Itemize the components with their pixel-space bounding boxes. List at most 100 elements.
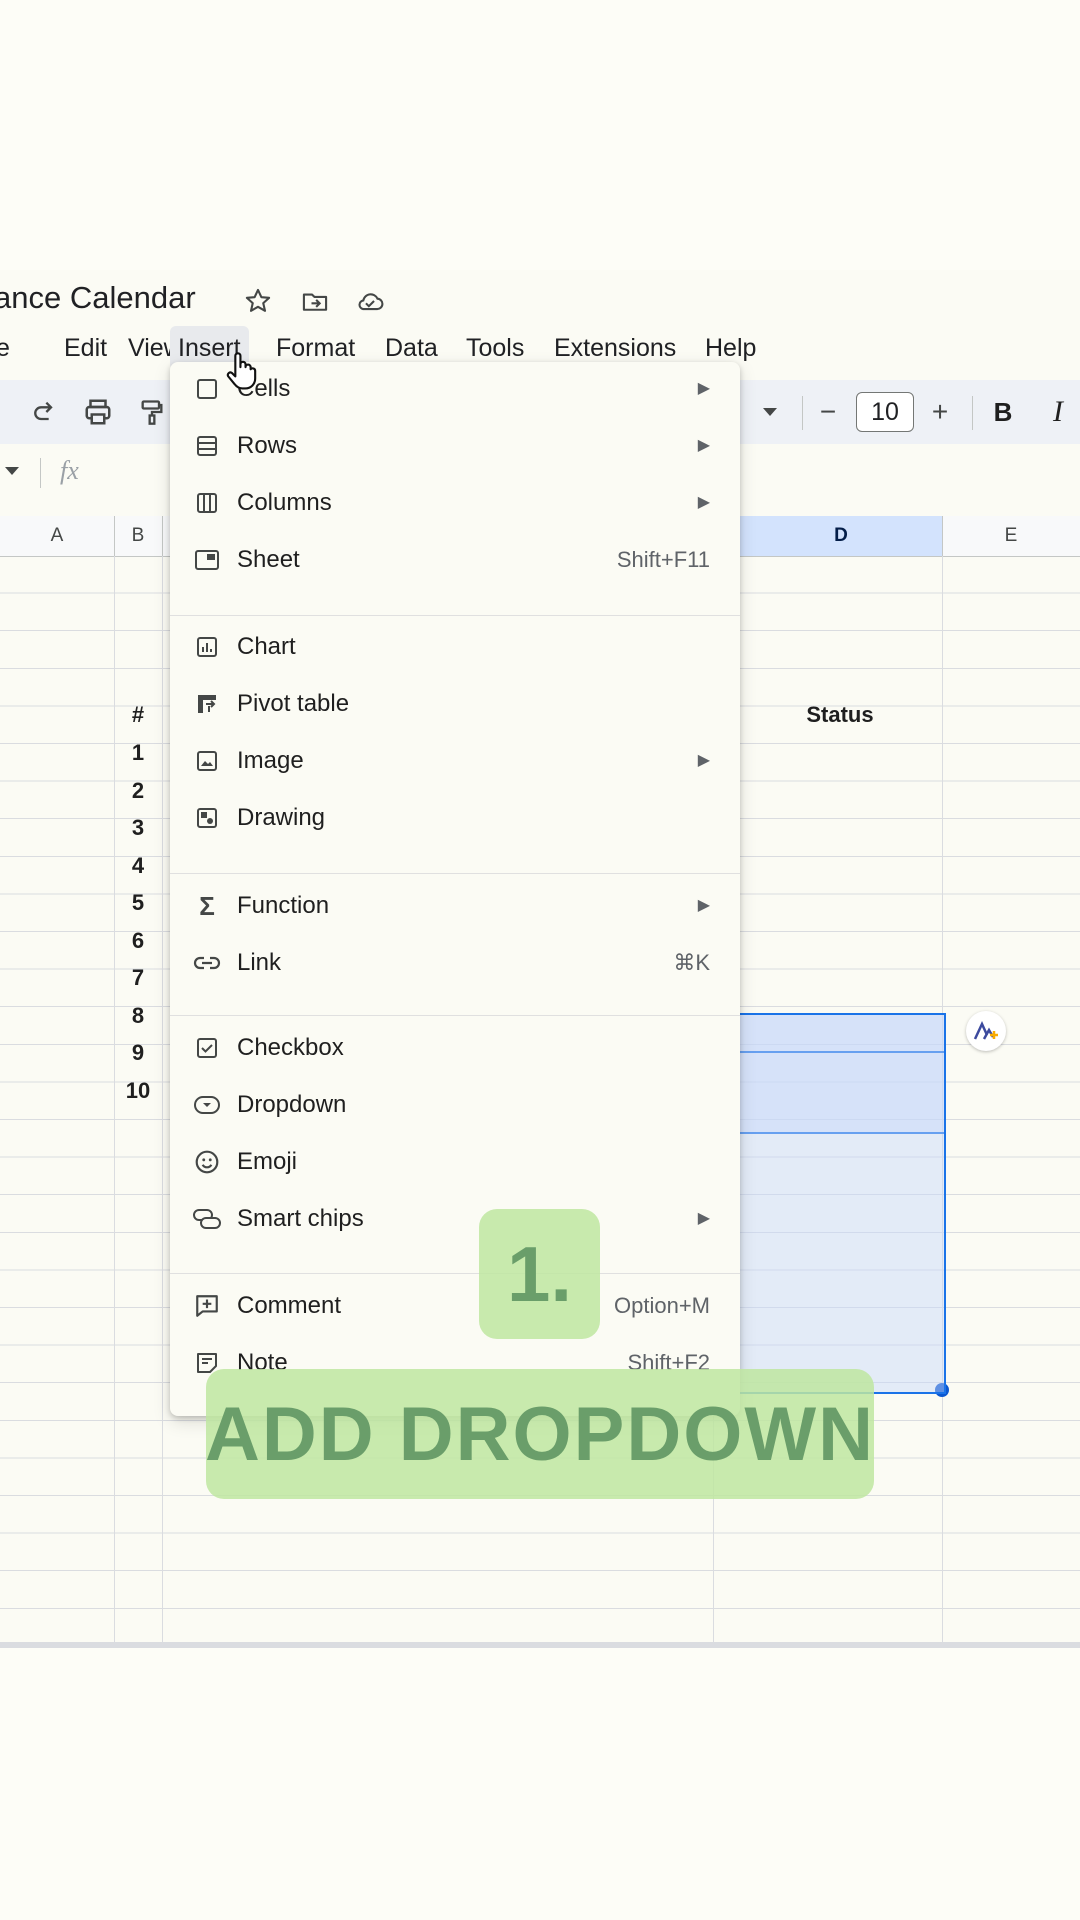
font-size-input[interactable]: 10 <box>856 392 914 432</box>
name-box-dropdown-icon[interactable] <box>4 464 20 482</box>
paint-format-icon[interactable] <box>134 394 170 430</box>
title-bar: ance Calendar <box>0 270 1080 326</box>
menu-item-label: Pivot table <box>237 690 350 717</box>
column-header-d[interactable]: D <box>740 516 943 556</box>
dropdown-icon <box>192 1090 222 1120</box>
menu-item-label: Sheet <box>237 546 300 573</box>
menu-item-label: Comment <box>237 1292 342 1319</box>
row-number-cell[interactable]: 2 <box>114 778 162 804</box>
row-number-cell[interactable]: 4 <box>114 853 162 879</box>
menu-item-label: Rows <box>237 432 298 459</box>
toolbar-divider <box>972 396 973 430</box>
decrease-font-size-icon[interactable]: − <box>810 394 846 430</box>
status-header-cell[interactable]: Status <box>740 702 940 728</box>
comment-icon <box>192 1291 222 1321</box>
menu-item-label: Chart <box>237 633 296 660</box>
italic-icon[interactable]: I <box>1040 394 1076 430</box>
cells-icon <box>192 374 222 404</box>
menu-divider <box>170 1015 740 1016</box>
menu-item-sheet[interactable]: Sheet Shift+F11 <box>170 533 740 587</box>
chart-icon <box>192 632 222 662</box>
menu-item-label: Link <box>237 949 282 976</box>
pivot-table-icon <box>192 689 222 719</box>
column-header-b[interactable]: B <box>114 516 163 556</box>
menu-item-shortcut: Shift+F11 <box>616 547 710 572</box>
row-number-cell[interactable]: 1 <box>114 740 162 766</box>
menu-item-label: Emoji <box>237 1148 298 1175</box>
menu-divider <box>170 873 740 874</box>
menu-item-label: Columns <box>237 489 332 516</box>
menu-item-label: Smart chips <box>237 1205 364 1232</box>
menu-item-label: Dropdown <box>237 1091 347 1118</box>
menu-item-label: Function <box>237 892 330 919</box>
row-number-cell[interactable]: 5 <box>114 890 162 916</box>
menu-item-drawing[interactable]: Drawing <box>170 791 740 845</box>
row-number-cell[interactable]: 3 <box>114 815 162 841</box>
row-number-cell[interactable]: 8 <box>114 1003 162 1029</box>
step-number-badge: 1. <box>479 1209 600 1339</box>
menu-item-comment[interactable]: Comment Option+M <box>170 1279 740 1333</box>
document-title[interactable]: ance Calendar <box>0 280 196 316</box>
cloud-saved-icon[interactable] <box>355 286 385 316</box>
function-icon: Σ <box>199 890 215 921</box>
submenu-arrow-icon: ▶ <box>697 380 710 397</box>
sheet-icon <box>192 545 222 575</box>
menu-item-shortcut: Option+M <box>614 1293 710 1318</box>
submenu-arrow-icon: ▶ <box>697 437 710 454</box>
increase-font-size-icon[interactable]: + <box>922 394 958 430</box>
grid-line <box>162 556 163 1648</box>
menu-item-smart-chips[interactable]: Smart chips ▶ <box>170 1192 740 1246</box>
row-number-cell[interactable]: 10 <box>114 1078 162 1104</box>
submenu-arrow-icon: ▶ <box>697 897 710 914</box>
formula-divider <box>40 458 41 488</box>
menu-item-label: Checkbox <box>237 1034 344 1061</box>
redo-icon[interactable] <box>26 394 62 430</box>
menu-item-shortcut: ⌘K <box>673 950 710 975</box>
menu-item-chart[interactable]: Chart <box>170 620 740 674</box>
move-to-folder-icon[interactable] <box>300 286 330 316</box>
menu-edit[interactable]: Edit <box>56 326 115 370</box>
column-header-e[interactable]: E <box>942 516 1080 556</box>
smart-fill-badge-icon[interactable] <box>966 1011 1006 1051</box>
image-icon <box>192 746 222 776</box>
submenu-arrow-icon: ▶ <box>697 1210 710 1227</box>
checkbox-icon <box>192 1033 222 1063</box>
menu-item-function[interactable]: Σ Function ▶ <box>170 879 740 933</box>
sheet-bottom-border <box>0 1642 1080 1648</box>
insert-menu: Cells ▶ Rows ▶ Columns ▶ Sheet Shift+F11… <box>170 362 740 1416</box>
column-header-a[interactable]: A <box>0 516 115 556</box>
drawing-icon <box>192 803 222 833</box>
menu-item-columns[interactable]: Columns ▶ <box>170 476 740 530</box>
submenu-arrow-icon: ▶ <box>697 752 710 769</box>
menu-item-pivot-table[interactable]: Pivot table <box>170 677 740 731</box>
menu-divider <box>170 1273 740 1274</box>
menu-item-dropdown[interactable]: Dropdown <box>170 1078 740 1132</box>
print-icon[interactable] <box>80 394 116 430</box>
row-number-cell[interactable]: 7 <box>114 965 162 991</box>
star-icon[interactable] <box>243 286 273 316</box>
hash-header-cell[interactable]: # <box>114 702 162 728</box>
menu-item-emoji[interactable]: Emoji <box>170 1135 740 1189</box>
submenu-arrow-icon: ▶ <box>697 494 710 511</box>
row-number-cell[interactable]: 6 <box>114 928 162 954</box>
menu-item-label: Drawing <box>237 804 326 831</box>
menu-item-link[interactable]: Link ⌘K <box>170 936 740 990</box>
menu-item-rows[interactable]: Rows ▶ <box>170 419 740 473</box>
tutorial-caption: ADD DROPDOWN <box>205 1369 874 1499</box>
emoji-icon <box>192 1147 222 1177</box>
rows-icon <box>192 431 222 461</box>
menu-item-label: Image <box>237 747 304 774</box>
fx-icon: fx <box>60 456 79 485</box>
hand-cursor-icon <box>224 350 258 395</box>
menu-file[interactable]: e <box>0 326 18 370</box>
menu-divider <box>170 615 740 616</box>
link-icon <box>192 948 222 978</box>
bold-icon[interactable]: B <box>985 394 1021 430</box>
smart-chips-icon <box>192 1204 222 1234</box>
row-number-cell[interactable]: 9 <box>114 1040 162 1066</box>
columns-icon <box>192 488 222 518</box>
menu-item-image[interactable]: Image ▶ <box>170 734 740 788</box>
menu-item-checkbox[interactable]: Checkbox <box>170 1021 740 1075</box>
font-size-dropdown-icon[interactable] <box>752 394 788 430</box>
toolbar-divider <box>802 396 803 430</box>
